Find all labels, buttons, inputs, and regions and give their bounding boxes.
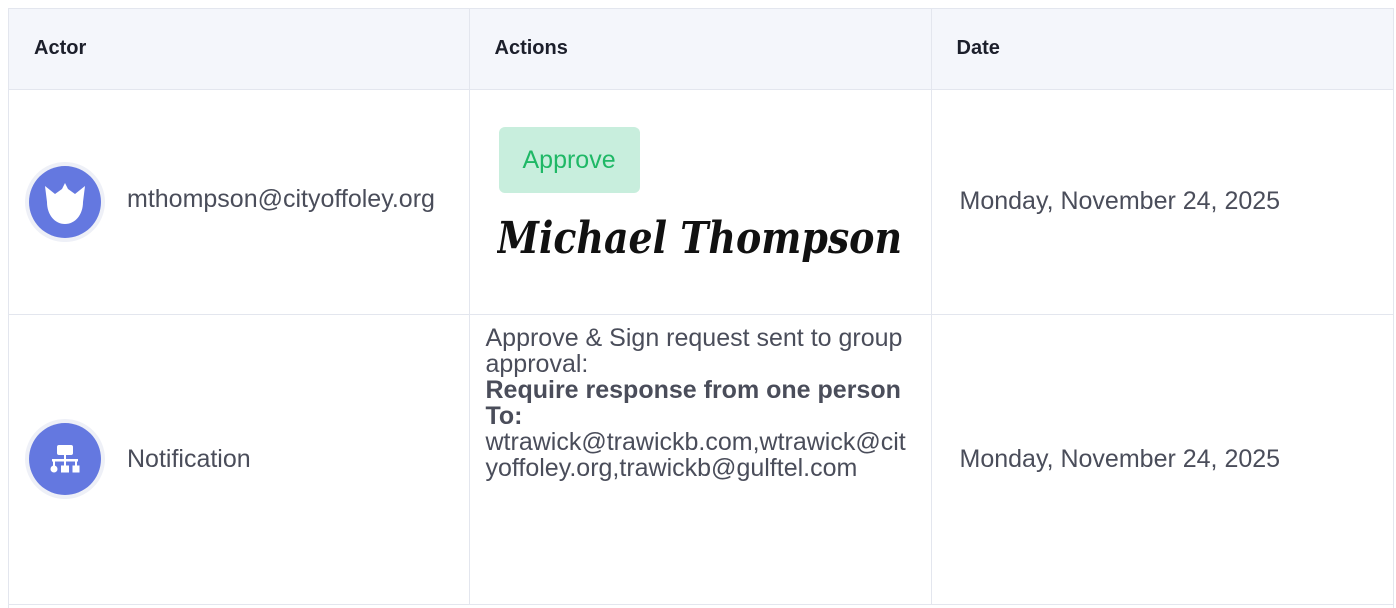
table-header-row: Actor Actions Date <box>9 9 1393 90</box>
avatar <box>25 161 105 242</box>
actions-cell: Approve & Sign request sent to group app… <box>469 314 932 605</box>
actor-name: Notification <box>127 445 251 473</box>
cat-face-icon <box>45 182 85 224</box>
actor-cell: mthompson@cityoffoley.org <box>9 89 470 315</box>
signature-image: Michael Thompson <box>495 213 931 280</box>
notification-recipients: wtrawick@trawickb.com,wtrawick@cityoffol… <box>485 427 906 482</box>
signature-text: Michael Thompson <box>497 213 902 264</box>
approve-badge: Approve <box>498 127 640 193</box>
date-cell: Monday, November 24, 2025 <box>931 89 1393 315</box>
audit-log-panel: Actor Actions Date mthompson@cityoffoley… <box>8 8 1394 608</box>
table-row: mthompson@cityoffoley.org Approve Michae… <box>9 89 1393 315</box>
notification-to-label: To: <box>485 401 523 430</box>
header-actions: Actions <box>469 9 932 90</box>
notification-text: Approve & Sign request sent to group app… <box>485 323 903 378</box>
table-row: Notification Approve & Sign request sent… <box>9 314 1393 605</box>
actions-cell: Approve Michael Thompson <box>469 89 932 315</box>
header-date: Date <box>931 9 1393 90</box>
avatar <box>25 419 105 499</box>
notification-requirement: Require response from one person <box>485 375 901 404</box>
actor-name: mthompson@cityoffoley.org <box>127 184 435 213</box>
actor-cell: Notification <box>9 314 470 605</box>
sitemap-icon <box>50 445 80 473</box>
header-actor: Actor <box>9 9 470 90</box>
audit-log-table: Actor Actions Date mthompson@cityoffoley… <box>9 9 1393 605</box>
date-cell: Monday, November 24, 2025 <box>931 314 1393 605</box>
